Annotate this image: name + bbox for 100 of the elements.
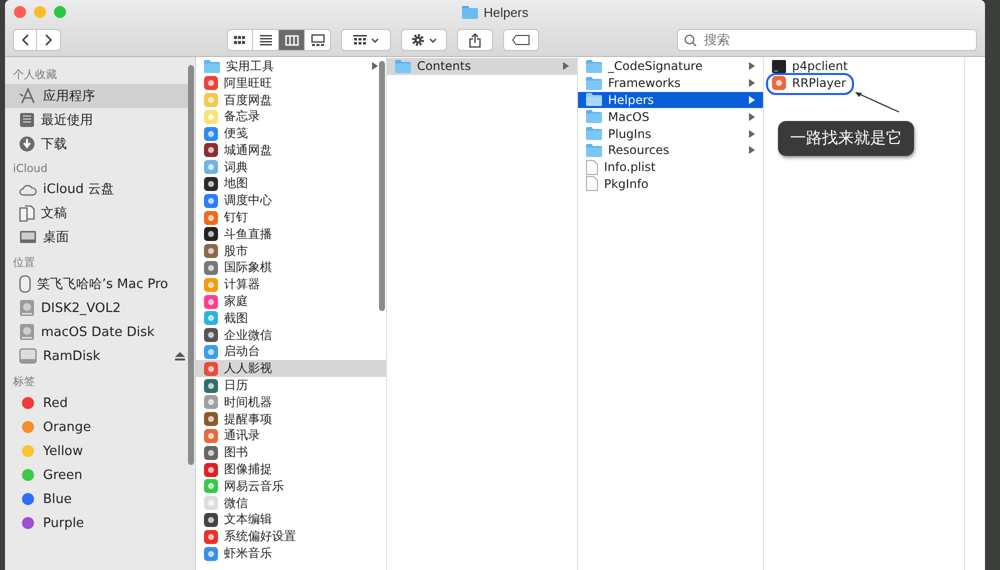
- pointer-arrow: [854, 90, 900, 113]
- file-row[interactable]: 图像捕捉: [196, 461, 386, 478]
- file-row[interactable]: 网易云音乐: [196, 478, 386, 495]
- cloud-icon: [19, 182, 37, 196]
- sidebar-item[interactable]: Red: [5, 391, 191, 415]
- app-icon: [204, 446, 218, 460]
- file-row[interactable]: 阿里旺旺: [196, 74, 386, 92]
- file-row[interactable]: 日历: [196, 377, 386, 394]
- file-row[interactable]: 词典: [196, 158, 386, 176]
- file-row[interactable]: 城通网盘: [196, 142, 386, 159]
- settings-icon: [411, 33, 425, 47]
- scrollbar[interactable]: [379, 61, 385, 311]
- close-button[interactable]: [14, 6, 26, 18]
- app-icon: [204, 546, 218, 560]
- sidebar-item[interactable]: macOS Date Disk: [5, 320, 191, 344]
- sidebar-item[interactable]: Yellow: [5, 439, 191, 463]
- file-row[interactable]: 提醒事项: [196, 410, 386, 428]
- download-icon: [19, 136, 35, 152]
- file-row[interactable]: MacOS: [578, 108, 763, 126]
- file-row[interactable]: 国际象棋: [196, 260, 386, 276]
- view-mode-icon: [233, 34, 247, 46]
- file-row[interactable]: 时间机器: [196, 394, 386, 411]
- action-button[interactable]: [401, 29, 447, 51]
- file-row[interactable]: 便笺: [196, 125, 386, 142]
- view-mode-icon: [284, 34, 298, 46]
- view-mode-icon: [310, 34, 324, 46]
- file-row[interactable]: 截图: [196, 310, 386, 327]
- chevron-right-icon: [44, 34, 52, 46]
- file-row[interactable]: 股市: [196, 242, 386, 260]
- file-row[interactable]: 启动台: [196, 344, 386, 360]
- app-icon: [204, 412, 218, 426]
- sidebar-item[interactable]: Purple: [5, 511, 191, 535]
- folder-icon: [204, 60, 220, 73]
- share-button[interactable]: [457, 29, 493, 51]
- sidebar-item[interactable]: 桌面: [5, 225, 191, 249]
- search-field[interactable]: 搜索: [677, 29, 977, 51]
- view-mode-button[interactable]: [227, 29, 253, 51]
- sidebar-item[interactable]: Green: [5, 463, 191, 487]
- file-row[interactable]: Info.plist: [578, 158, 763, 176]
- forward-button[interactable]: [37, 29, 61, 51]
- app-icon: [204, 76, 218, 90]
- file-row[interactable]: 人人影视: [196, 360, 386, 378]
- sidebar-item[interactable]: DISK2_VOL2: [5, 296, 191, 320]
- file-row[interactable]: 计算器: [196, 276, 386, 294]
- chevron-left-icon: [21, 34, 29, 46]
- file-row[interactable]: 图书: [196, 444, 386, 462]
- folder-icon: [395, 60, 411, 73]
- app-icon: [204, 278, 218, 292]
- scrollbar[interactable]: [188, 65, 194, 465]
- document-icon: [586, 160, 598, 175]
- file-row[interactable]: Frameworks: [578, 74, 763, 92]
- sidebar-item[interactable]: RamDisk: [5, 344, 191, 368]
- file-row[interactable]: 地图: [196, 176, 386, 192]
- sidebar-item[interactable]: 最近使用: [5, 108, 191, 132]
- view-mode-button[interactable]: [253, 29, 279, 51]
- file-row[interactable]: 斗鱼直播: [196, 226, 386, 243]
- file-row[interactable]: p4pclient: [764, 58, 964, 75]
- view-mode-button[interactable]: [279, 29, 305, 51]
- app-icon: [204, 512, 218, 527]
- file-row[interactable]: RRPlayer: [764, 74, 964, 92]
- sidebar-item[interactable]: 文稿: [5, 201, 191, 225]
- eject-icon[interactable]: [175, 352, 185, 360]
- file-row[interactable]: Resources: [578, 142, 763, 159]
- file-row[interactable]: Helpers: [578, 92, 763, 108]
- file-row[interactable]: 系统偏好设置: [196, 528, 386, 546]
- file-row[interactable]: PkgInfo: [578, 176, 763, 192]
- group-button[interactable]: [341, 29, 391, 51]
- app-icon: [204, 227, 218, 242]
- file-row[interactable]: _CodeSignature: [578, 58, 763, 75]
- sidebar-item[interactable]: Blue: [5, 487, 191, 511]
- terminal-icon: [772, 60, 786, 73]
- app-icon: [204, 496, 218, 510]
- sidebar-heading: 位置: [12, 255, 36, 271]
- file-row[interactable]: 企业微信: [196, 326, 386, 344]
- back-button[interactable]: [13, 29, 37, 51]
- file-row[interactable]: 虾米音乐: [196, 545, 386, 562]
- sidebar-item[interactable]: iCloud 云盘: [5, 177, 191, 201]
- file-row[interactable]: Contents: [387, 58, 577, 75]
- window-title: Helpers: [484, 4, 528, 20]
- file-row[interactable]: 文本编辑: [196, 512, 386, 528]
- file-row[interactable]: 实用工具: [196, 58, 386, 75]
- file-row[interactable]: 通讯录: [196, 428, 386, 444]
- view-mode-button[interactable]: [305, 29, 331, 51]
- sidebar-heading: 个人收藏: [12, 67, 58, 83]
- view-mode-icon: [258, 34, 272, 46]
- sidebar-item[interactable]: 笑飞飞哈哈’s Mac Pro: [5, 272, 191, 296]
- tag-button[interactable]: [503, 29, 539, 51]
- file-row[interactable]: PlugIns: [578, 125, 763, 142]
- sidebar-item[interactable]: 应用程序: [5, 84, 191, 108]
- sidebar-heading: 标签: [12, 374, 36, 390]
- app-icon: [204, 143, 218, 158]
- file-row[interactable]: 家庭: [196, 293, 386, 310]
- computer-tower-icon: [19, 275, 31, 293]
- file-row[interactable]: 备忘录: [196, 108, 386, 126]
- file-row[interactable]: 百度网盘: [196, 92, 386, 108]
- file-row[interactable]: 调度中心: [196, 192, 386, 210]
- file-row[interactable]: 钉钉: [196, 209, 386, 226]
- file-row[interactable]: 微信: [196, 494, 386, 512]
- sidebar-item[interactable]: 下载: [5, 132, 191, 156]
- sidebar-item[interactable]: Orange: [5, 415, 191, 439]
